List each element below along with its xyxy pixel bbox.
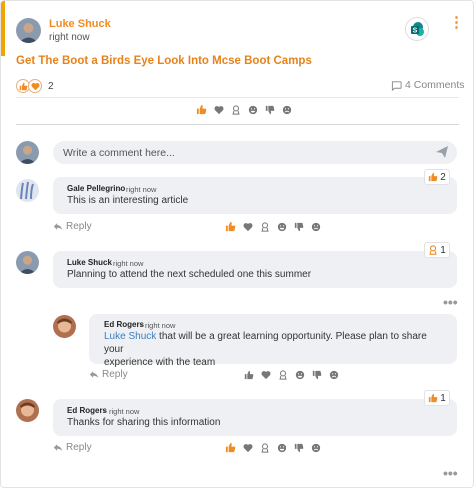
comments-count-label: 4 Comments xyxy=(405,79,465,91)
reply-label: Reply xyxy=(66,442,92,453)
post-card: Luke Shuck right now S ⋮ Get The Boot a … xyxy=(0,0,474,488)
sad-icon[interactable] xyxy=(310,221,321,232)
sharepoint-logo: S xyxy=(405,17,429,41)
heart-icon xyxy=(28,79,42,93)
comment-text: Luke Shuck that will be a great learning… xyxy=(104,330,449,369)
post-author-name[interactable]: Luke Shuck xyxy=(49,18,111,30)
heart-icon[interactable] xyxy=(242,221,253,232)
smile-icon[interactable] xyxy=(247,104,258,115)
comment-reaction-badge[interactable]: 2 xyxy=(424,169,450,185)
comment-reaction-badge[interactable]: 1 xyxy=(424,242,450,258)
reply-button[interactable]: Reply xyxy=(53,221,92,232)
award-icon[interactable] xyxy=(277,369,288,380)
comment-author-name[interactable]: Ed Rogers xyxy=(67,406,107,415)
send-icon[interactable] xyxy=(435,145,449,159)
comment-time: right now xyxy=(126,185,157,194)
reply-icon xyxy=(53,444,63,452)
comment-time-separator: - xyxy=(119,185,122,194)
commenter-avatar[interactable] xyxy=(16,251,39,274)
reply-label: Reply xyxy=(102,369,128,380)
thumbs-up-icon[interactable] xyxy=(225,221,236,232)
thumbs-up-icon[interactable] xyxy=(225,442,236,453)
commenter-avatar[interactable] xyxy=(16,179,39,202)
comment-time-separator: - xyxy=(103,407,106,416)
thumbs-down-icon[interactable] xyxy=(293,221,304,232)
accent-bar xyxy=(1,1,5,56)
comment-composer xyxy=(53,141,457,164)
comment-reaction-bar xyxy=(225,442,321,453)
more-dots-icon[interactable]: ••• xyxy=(443,295,458,309)
thumbs-up-icon[interactable] xyxy=(196,104,207,115)
comment-author-name[interactable]: Gale Pellegrino xyxy=(67,184,125,193)
more-dots-icon[interactable]: ••• xyxy=(443,466,458,480)
badge-count: 1 xyxy=(440,244,446,256)
comment-icon xyxy=(391,80,402,91)
comment-time-separator: - xyxy=(107,259,110,268)
post-title[interactable]: Get The Boot a Birds Eye Look Into Mcse … xyxy=(16,55,312,67)
kebab-icon[interactable]: ⋮ xyxy=(449,15,464,30)
comment-reaction-badge[interactable]: 1 xyxy=(424,390,450,406)
reply-label: Reply xyxy=(66,221,92,232)
comments-link[interactable]: 4 Comments xyxy=(391,79,465,91)
comment-text: Thanks for sharing this information xyxy=(67,417,221,428)
svg-text:S: S xyxy=(413,28,418,35)
user-mention[interactable]: Luke Shuck xyxy=(104,331,156,342)
post-time: right now xyxy=(49,32,90,43)
badge-count: 1 xyxy=(440,392,446,404)
divider xyxy=(16,97,459,98)
divider xyxy=(16,124,459,125)
thumbs-down-icon[interactable] xyxy=(264,104,275,115)
reply-button[interactable]: Reply xyxy=(53,442,92,453)
sad-icon[interactable] xyxy=(328,369,339,380)
award-icon[interactable] xyxy=(259,221,270,232)
award-icon xyxy=(429,245,437,255)
comment-author-name[interactable]: Luke Shuck xyxy=(67,258,112,267)
comment-text-line2: experience with the team xyxy=(104,357,216,368)
reply-button[interactable]: Reply xyxy=(89,369,128,380)
comment-text: This is an interesting article xyxy=(67,195,189,206)
commenter-avatar[interactable] xyxy=(53,315,76,338)
award-icon[interactable] xyxy=(230,104,241,115)
smile-icon[interactable] xyxy=(294,369,305,380)
comment-time-separator: - xyxy=(140,321,143,330)
comment-author-name[interactable]: Ed Rogers xyxy=(104,320,144,329)
comment-time: right now xyxy=(109,407,140,416)
smile-icon[interactable] xyxy=(276,442,287,453)
smile-icon[interactable] xyxy=(276,221,287,232)
heart-icon[interactable] xyxy=(260,369,271,380)
author-avatar[interactable] xyxy=(16,18,41,43)
heart-icon[interactable] xyxy=(213,104,224,115)
current-user-avatar xyxy=(16,141,39,164)
reply-icon xyxy=(89,371,99,379)
comment-reaction-bar xyxy=(225,221,321,232)
award-icon[interactable] xyxy=(259,442,270,453)
comment-time: right now xyxy=(145,321,176,330)
badge-count: 2 xyxy=(440,171,446,183)
thumbs-up-icon xyxy=(429,393,438,403)
reaction-count[interactable]: 2 xyxy=(48,81,54,92)
post-reaction-bar xyxy=(196,104,292,115)
comment-text: Planning to attend the next scheduled on… xyxy=(67,269,312,280)
comment-time: right now xyxy=(113,259,144,268)
sad-icon[interactable] xyxy=(281,104,292,115)
comment-reaction-bar xyxy=(243,369,339,380)
thumbs-down-icon[interactable] xyxy=(293,442,304,453)
sad-icon[interactable] xyxy=(310,442,321,453)
heart-icon[interactable] xyxy=(242,442,253,453)
thumbs-down-icon[interactable] xyxy=(311,369,322,380)
reaction-summary[interactable] xyxy=(16,79,42,93)
commenter-avatar[interactable] xyxy=(16,399,39,422)
thumbs-up-icon[interactable] xyxy=(243,369,254,380)
thumbs-up-icon xyxy=(429,172,438,182)
comment-input[interactable] xyxy=(63,144,413,161)
reply-icon xyxy=(53,223,63,231)
